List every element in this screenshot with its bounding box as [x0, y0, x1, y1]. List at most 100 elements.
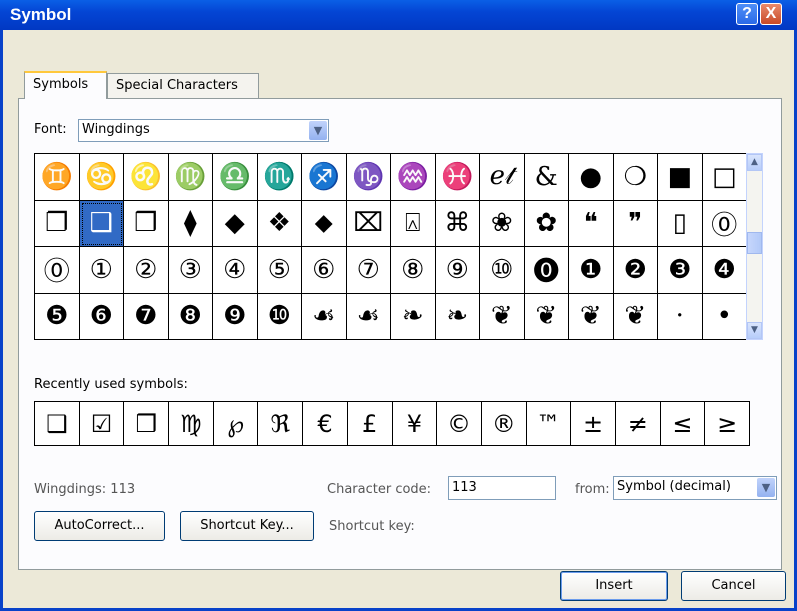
symbol-cell[interactable]: ❼: [124, 293, 169, 340]
character-code-input[interactable]: 113: [448, 476, 556, 500]
symbol-cell[interactable]: ⑩: [480, 247, 525, 294]
symbol-cell[interactable]: ⑥: [302, 247, 347, 294]
symbol-cell[interactable]: ❀: [480, 200, 525, 247]
symbol-cell[interactable]: ♊: [35, 154, 80, 201]
symbol-cell[interactable]: ❦: [524, 293, 569, 340]
cancel-button[interactable]: Cancel: [681, 571, 786, 601]
symbol-cell[interactable]: ♏: [257, 154, 302, 201]
symbol-cell[interactable]: ❒: [124, 200, 169, 247]
from-select[interactable]: Symbol (decimal) ▼: [613, 476, 777, 500]
symbol-cell[interactable]: ❸: [658, 247, 703, 294]
symbol-cell[interactable]: ❑: [79, 200, 124, 247]
symbol-cell[interactable]: ◆: [213, 200, 258, 247]
symbol-cell[interactable]: ❦: [569, 293, 614, 340]
symbol-cell[interactable]: ▯: [658, 200, 703, 247]
symbol-cell[interactable]: ❐: [35, 200, 80, 247]
symbol-cell[interactable]: ❽: [168, 293, 213, 340]
symbol-cell[interactable]: ④: [213, 247, 258, 294]
symbol-cell[interactable]: ♐: [302, 154, 347, 201]
symbol-cell[interactable]: ❧: [435, 293, 480, 340]
help-button[interactable]: ?: [736, 3, 758, 25]
symbol-cell[interactable]: ⑤: [257, 247, 302, 294]
autocorrect-button[interactable]: AutoCorrect...: [34, 511, 165, 541]
symbol-cell[interactable]: ·: [658, 293, 703, 340]
symbol-cell[interactable]: ⓿: [524, 247, 569, 294]
shortcut-key-button[interactable]: Shortcut Key...: [180, 511, 314, 541]
symbol-cell[interactable]: □: [702, 154, 747, 201]
symbol-cell[interactable]: ❷: [613, 247, 658, 294]
recent-symbol-cell[interactable]: ±: [571, 402, 616, 446]
recent-symbol-cell[interactable]: ¥: [392, 402, 438, 446]
insert-button[interactable]: Insert: [560, 571, 668, 601]
symbol-cell[interactable]: ■: [658, 154, 703, 201]
symbol-cell[interactable]: ⑧: [391, 247, 436, 294]
symbol-cell[interactable]: ❹: [702, 247, 747, 294]
symbol-cell[interactable]: ❻: [79, 293, 124, 340]
symbol-cell[interactable]: ⌧: [346, 200, 391, 247]
symbol-cell[interactable]: ❍: [613, 154, 658, 201]
symbol-cell[interactable]: ❧: [391, 293, 436, 340]
recent-symbol-cell[interactable]: £: [347, 402, 393, 446]
symbol-cell[interactable]: ①: [79, 247, 124, 294]
recent-symbol-cell[interactable]: ®: [481, 402, 527, 446]
recent-symbol-cell[interactable]: ❒: [124, 402, 170, 446]
symbol-cell[interactable]: ❝: [569, 200, 614, 247]
recent-symbol-cell[interactable]: ≤: [660, 402, 706, 446]
symbol-cell[interactable]: ❦: [480, 293, 525, 340]
grid-scrollbar[interactable]: ▲ ▼: [746, 153, 763, 340]
symbol-cell[interactable]: ⓪: [702, 200, 747, 247]
symbol-cell[interactable]: •: [702, 293, 747, 340]
symbol-cell[interactable]: ♑: [346, 154, 391, 201]
symbol-cell[interactable]: ☙: [346, 293, 391, 340]
recent-symbol-cell[interactable]: ❑: [35, 402, 80, 446]
chevron-down-icon[interactable]: ▼: [309, 121, 327, 140]
symbol-cell[interactable]: ✿: [524, 200, 569, 247]
symbol-cell[interactable]: ♓: [435, 154, 480, 201]
symbol-cell[interactable]: ❦: [613, 293, 658, 340]
scroll-up-button[interactable]: ▲: [747, 154, 762, 171]
recent-symbol-cell[interactable]: ℜ: [258, 402, 304, 446]
symbol-cell[interactable]: ♒: [391, 154, 436, 201]
recent-symbol-cell[interactable]: ℘: [213, 402, 259, 446]
symbol-cell[interactable]: ⬥: [302, 200, 347, 247]
symbol-cell[interactable]: ⑨: [435, 247, 480, 294]
symbol-cell[interactable]: ☙: [302, 293, 347, 340]
symbol-cell[interactable]: &: [524, 154, 569, 201]
recent-symbol-cell[interactable]: ≥: [705, 402, 750, 446]
symbol-cell[interactable]: ②: [124, 247, 169, 294]
recent-symbol-cell[interactable]: ≠: [615, 402, 661, 446]
tab-symbols[interactable]: Symbols: [24, 71, 107, 99]
symbol-cell[interactable]: ❖: [257, 200, 302, 247]
symbol-cell[interactable]: ⧫: [168, 200, 213, 247]
symbol-cell[interactable]: ℯ𝓉: [480, 154, 525, 201]
symbol-cell[interactable]: ❾: [213, 293, 258, 340]
symbol-cell[interactable]: ♋: [79, 154, 124, 201]
scroll-thumb[interactable]: [747, 232, 762, 254]
symbol-cell[interactable]: ❶: [569, 247, 614, 294]
symbol-cell[interactable]: ③: [168, 247, 213, 294]
symbol-cell[interactable]: ♎: [213, 154, 258, 201]
symbol-cell[interactable]: ⍓: [391, 200, 436, 247]
chevron-down-icon[interactable]: ▼: [757, 478, 775, 497]
recent-symbol-cell[interactable]: €: [303, 402, 348, 446]
symbol-cell[interactable]: ⑦: [346, 247, 391, 294]
symbol-cell[interactable]: ❺: [35, 293, 80, 340]
symbol-grid[interactable]: ♊ ♋ ♌ ♍ ♎ ♏ ♐ ♑ ♒ ♓ ℯ𝓉 & ● ❍ ■ □ ❐ ❑ ❒ ⧫ ◆ ❖ ⬥ ⌧ ⍓ ⌘ ❀ ✿ ❝ ❞ ▯ ⓪ ⓪ ① ② ③ ④ ⑤ ⑥…: [34, 153, 747, 340]
recent-symbol-cell[interactable]: ☑: [79, 402, 125, 446]
scroll-down-button[interactable]: ▼: [747, 322, 762, 339]
symbol-cell[interactable]: ♌: [124, 154, 169, 201]
font-select[interactable]: Wingdings ▼: [78, 119, 329, 142]
title-bar[interactable]: Symbol ? X: [0, 0, 797, 30]
recent-symbols-grid[interactable]: ❑ ☑ ❒ ♍ ℘ ℜ € £ ¥ © ® ™ ± ≠ ≤ ≥: [34, 401, 750, 446]
recent-symbol-cell[interactable]: ♍: [169, 402, 214, 446]
symbol-cell[interactable]: ⌘: [435, 200, 480, 247]
close-button[interactable]: X: [760, 3, 782, 25]
symbol-cell[interactable]: ♍: [168, 154, 213, 201]
symbol-cell[interactable]: ❿: [257, 293, 302, 340]
recent-symbol-cell[interactable]: ™: [526, 402, 572, 446]
symbol-cell[interactable]: ⓪: [35, 247, 80, 294]
tab-special-characters[interactable]: Special Characters: [107, 73, 259, 99]
recent-symbol-cell[interactable]: ©: [437, 402, 482, 446]
symbol-cell[interactable]: ❞: [613, 200, 658, 247]
symbol-cell[interactable]: ●: [569, 154, 614, 201]
